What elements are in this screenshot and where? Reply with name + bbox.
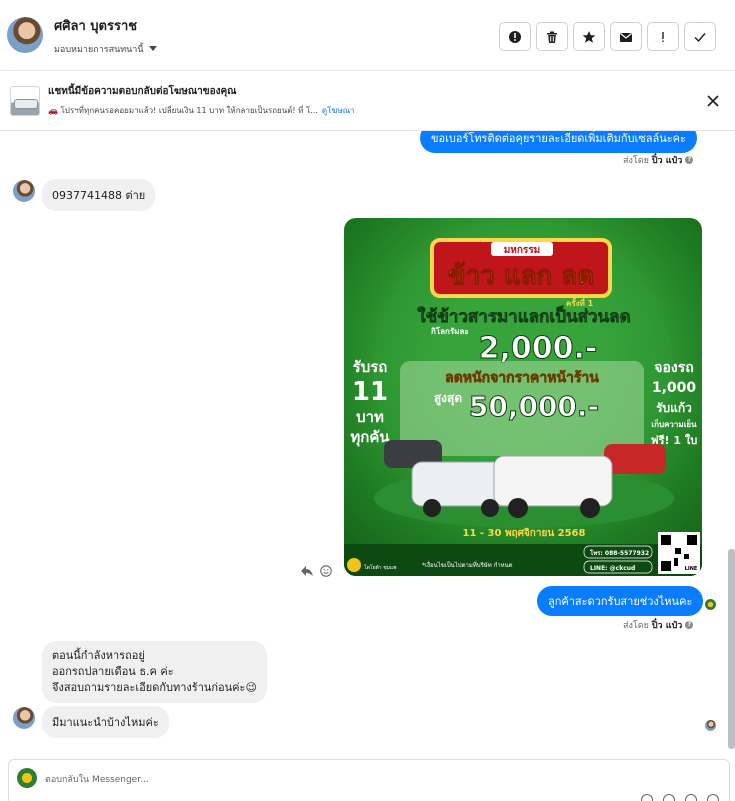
- ad-text: แชทนี้มีข้อความตอบกลับต่อโฆษณาของคุณ 🚗 โ…: [48, 84, 355, 117]
- emoji-icon[interactable]: [320, 565, 332, 577]
- sent-by-prefix: ส่งโดย: [623, 621, 649, 631]
- ad-thumbnail[interactable]: [10, 85, 40, 116]
- reply-composer[interactable]: ตอบกลับใน Messenger...: [8, 759, 730, 801]
- promo-left-1: รับรถ: [353, 358, 388, 376]
- message-hover-actions: [300, 565, 332, 577]
- composer-placeholder[interactable]: ตอบกลับใน Messenger...: [45, 772, 149, 786]
- assign-label: มอบหมายการสนทนานี้: [54, 44, 144, 55]
- star-button[interactable]: [573, 22, 605, 51]
- emoji-icon[interactable]: [685, 794, 697, 801]
- info-icon[interactable]: ?: [685, 156, 694, 164]
- sticker-icon[interactable]: [707, 794, 719, 801]
- ad-preview-text: 🚗 โปรฯที่ทุกคนรอคอยมาแล้ว! เปลี่ยนเงิน 1…: [48, 106, 318, 115]
- sent-by-prefix: ส่งโดย: [623, 156, 649, 166]
- seen-indicator-avatar: [705, 599, 716, 610]
- contact-avatar-small[interactable]: [13, 707, 35, 729]
- alert-button[interactable]: [499, 22, 531, 51]
- incoming-message[interactable]: 0937741488 ต่าย: [42, 179, 156, 211]
- assign-conversation-dropdown[interactable]: มอบหมายการสนทนานี้: [54, 42, 157, 56]
- promo-artwork: มหกรรม ข้าว แลก ลด ครั้งที่ 1 ใช้ข้าวสาร…: [344, 218, 702, 576]
- incoming-message[interactable]: มีมาแนะนำบ้างไหมค่ะ: [42, 706, 169, 738]
- promo-qr-label: LINE: [685, 566, 698, 572]
- trash-icon: [547, 31, 557, 43]
- promo-right-1: จองรถ: [654, 360, 693, 376]
- sent-by-name: ปิ๋ว แป๋ว: [651, 156, 683, 166]
- ad-banner-title: แชทนี้มีข้อความตอบกลับต่อโฆษณาของคุณ: [48, 86, 237, 97]
- promo-phone: โทร: 088-5577932: [589, 549, 649, 557]
- promo-right-2: 1,000: [652, 380, 697, 396]
- sent-by-label: ส่งโดย ปิ๋ว แป๋ว ?: [623, 618, 694, 632]
- promo-line: LINE: @ckcud: [590, 565, 635, 572]
- envelope-icon: [620, 32, 632, 42]
- contact-avatar-small[interactable]: [13, 180, 35, 202]
- caret-down-icon: [148, 46, 157, 51]
- scrollbar[interactable]: [728, 131, 735, 753]
- contact-info: ศศิลา บุตรราช มอบหมายการสนทนานี้: [54, 15, 157, 56]
- message-line: ออกรถปลายเดือน ธ.ค ค่ะ: [52, 665, 174, 678]
- exclamation-icon: [662, 31, 664, 42]
- message-line: จึงสอบถามรายละเอียดกับทางร้านก่อนค่ะ😉: [52, 681, 257, 694]
- image-icon[interactable]: [663, 794, 675, 801]
- header-actions: [499, 22, 716, 51]
- check-icon: [694, 32, 706, 42]
- seen-indicator-avatar: [705, 720, 716, 731]
- contact-avatar[interactable]: [7, 17, 43, 53]
- incoming-message-multiline[interactable]: ตอนนี้กำลังหารถอยู่ ออกรถปลายเดือน ธ.ค ค…: [42, 641, 267, 703]
- outgoing-message[interactable]: ลูกค้าสะดวกรับสายช่วงไหนคะ: [537, 586, 704, 616]
- promo-event: มหกรรม: [504, 245, 541, 256]
- promo-headline: ข้าว แลก ลด: [448, 261, 594, 291]
- message-list[interactable]: ขอเบอร์โทรติดต่อคุยรายละเอียดเพิ่มเติมกั…: [0, 131, 735, 753]
- spam-button[interactable]: [647, 22, 679, 51]
- page-avatar: [17, 768, 37, 788]
- promo-discount-label: ลดหนักจากราคาหน้าร้าน: [445, 370, 599, 386]
- ad-banner-preview: 🚗 โปรฯที่ทุกคนรอคอยมาแล้ว! เปลี่ยนเงิน 1…: [48, 104, 355, 117]
- promo-dealer: โตโยต้า ชุมแพ: [364, 564, 396, 571]
- sent-by-label: ส่งโดย ปิ๋ว แป๋ว ?: [623, 153, 694, 167]
- mark-done-button[interactable]: [684, 22, 716, 51]
- ad-reply-banner: แชทนี้มีข้อความตอบกลับต่อโฆษณาของคุณ 🚗 โ…: [0, 71, 735, 131]
- sent-by-name: ปิ๋ว แป๋ว: [651, 621, 683, 631]
- scrollbar-thumb[interactable]: [728, 549, 735, 749]
- thread-header: ศศิลา บุตรราช มอบหมายการสนทนานี้: [0, 0, 735, 71]
- messenger-inbox-thread: ศศิลา บุตรราช มอบหมายการสนทนานี้ แชทนี้ม…: [0, 0, 735, 801]
- delete-button[interactable]: [536, 22, 568, 51]
- promo-right-3: รับแก้ว: [656, 401, 692, 415]
- promo-image[interactable]: มหกรรม ข้าว แลก ลด ครั้งที่ 1 ใช้ข้าวสาร…: [344, 218, 702, 576]
- promo-per-kg: กิโลกรัมละ: [431, 326, 469, 336]
- car-thumbnail-icon: [14, 98, 38, 109]
- view-ad-link[interactable]: ดูโฆษณา: [322, 106, 355, 115]
- alert-circle-icon: [509, 30, 521, 43]
- mark-unread-button[interactable]: [610, 22, 642, 51]
- star-icon: [582, 30, 596, 43]
- promo-max-value: 50,000.-: [469, 390, 599, 423]
- promo-date: 11 - 30 พฤศจิกายน 2568: [463, 527, 586, 539]
- promo-left-4: ทุกคัน: [350, 428, 390, 447]
- promo-left-3: บาท: [356, 408, 384, 426]
- close-icon[interactable]: [705, 93, 721, 109]
- attach-icon[interactable]: [641, 794, 653, 801]
- promo-left-2: 11: [352, 377, 388, 407]
- composer-tools: [641, 794, 719, 801]
- promo-right-4: เก็บความเย็น: [651, 418, 697, 429]
- promo-max-label: สูงสุด: [434, 391, 463, 406]
- message-line: ตอนนี้กำลังหารถอยู่: [52, 649, 145, 662]
- promo-per-kg-value: 2,000.-: [479, 331, 598, 366]
- outgoing-message[interactable]: ขอเบอร์โทรติดต่อคุยรายละเอียดเพิ่มเติมกั…: [420, 131, 697, 153]
- promo-note: *เงื่อนไขเป็นไปตามที่บริษัท กำหนด: [422, 560, 513, 569]
- promo-use-rice: ใช้ข้าวสารมาแลกเป็นส่วนลด: [417, 304, 630, 327]
- reply-icon[interactable]: [300, 565, 314, 577]
- contact-name[interactable]: ศศิลา บุตรราช: [54, 15, 157, 36]
- info-icon[interactable]: ?: [685, 621, 694, 629]
